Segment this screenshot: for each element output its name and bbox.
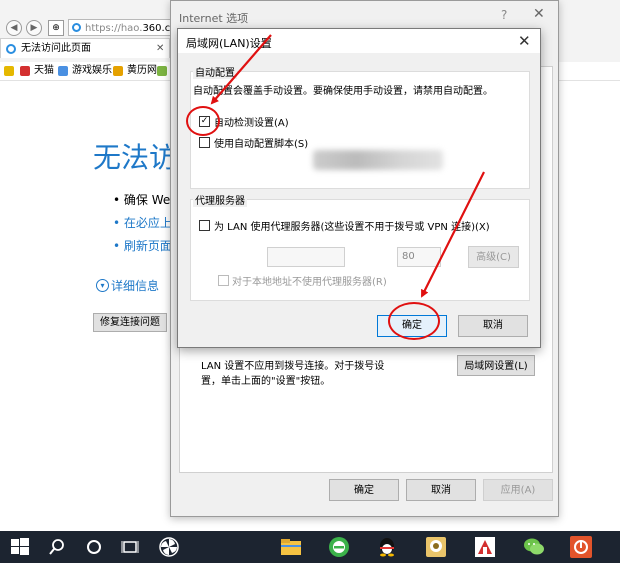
cortana-icon[interactable] (82, 535, 106, 559)
task-view-icon[interactable] (118, 535, 142, 559)
pinwheel-icon[interactable] (157, 535, 181, 559)
arrow-to-ok (421, 171, 485, 298)
qq-icon[interactable] (375, 535, 399, 559)
annotation-arrows (210, 34, 485, 298)
file-explorer-icon[interactable] (279, 535, 303, 559)
app-icon-red[interactable] (473, 535, 497, 559)
power-app-icon[interactable] (569, 535, 593, 559)
search-icon[interactable] (45, 535, 69, 559)
arrow-to-auto-detect (210, 34, 272, 105)
windows-start-icon[interactable] (8, 535, 32, 559)
wechat-icon[interactable] (522, 535, 546, 559)
app-icon-yellow[interactable] (424, 535, 448, 559)
ie-browser-icon[interactable] (327, 535, 351, 559)
taskbar (0, 531, 620, 563)
